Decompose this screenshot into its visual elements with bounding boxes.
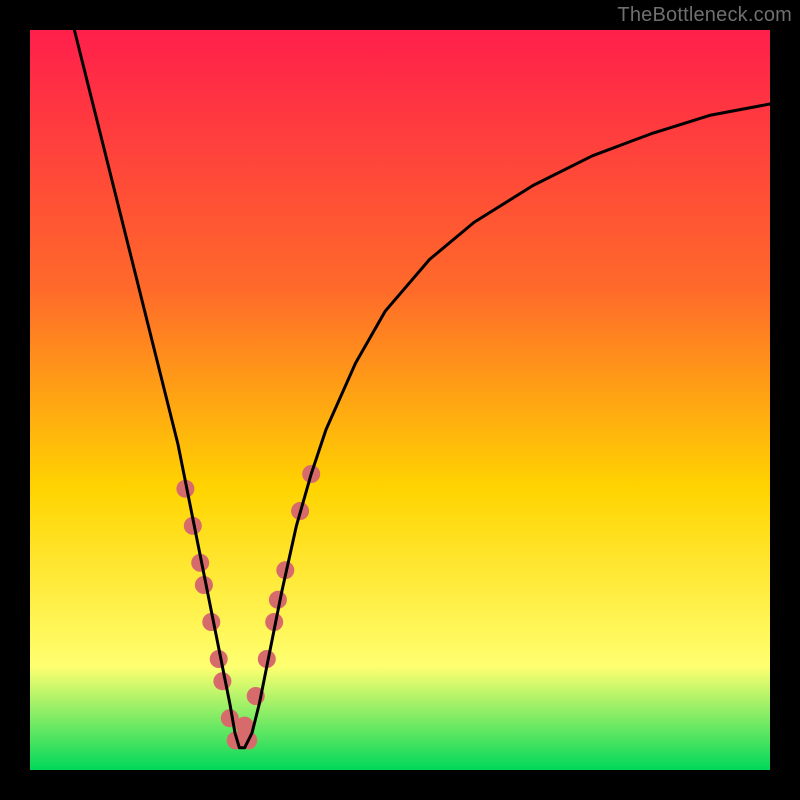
gradient-background — [30, 30, 770, 770]
attribution-text: TheBottleneck.com — [617, 4, 792, 27]
chart-svg — [30, 30, 770, 770]
chart-plot-area — [30, 30, 770, 770]
chart-frame: TheBottleneck.com — [0, 0, 800, 800]
data-dot — [213, 672, 231, 690]
